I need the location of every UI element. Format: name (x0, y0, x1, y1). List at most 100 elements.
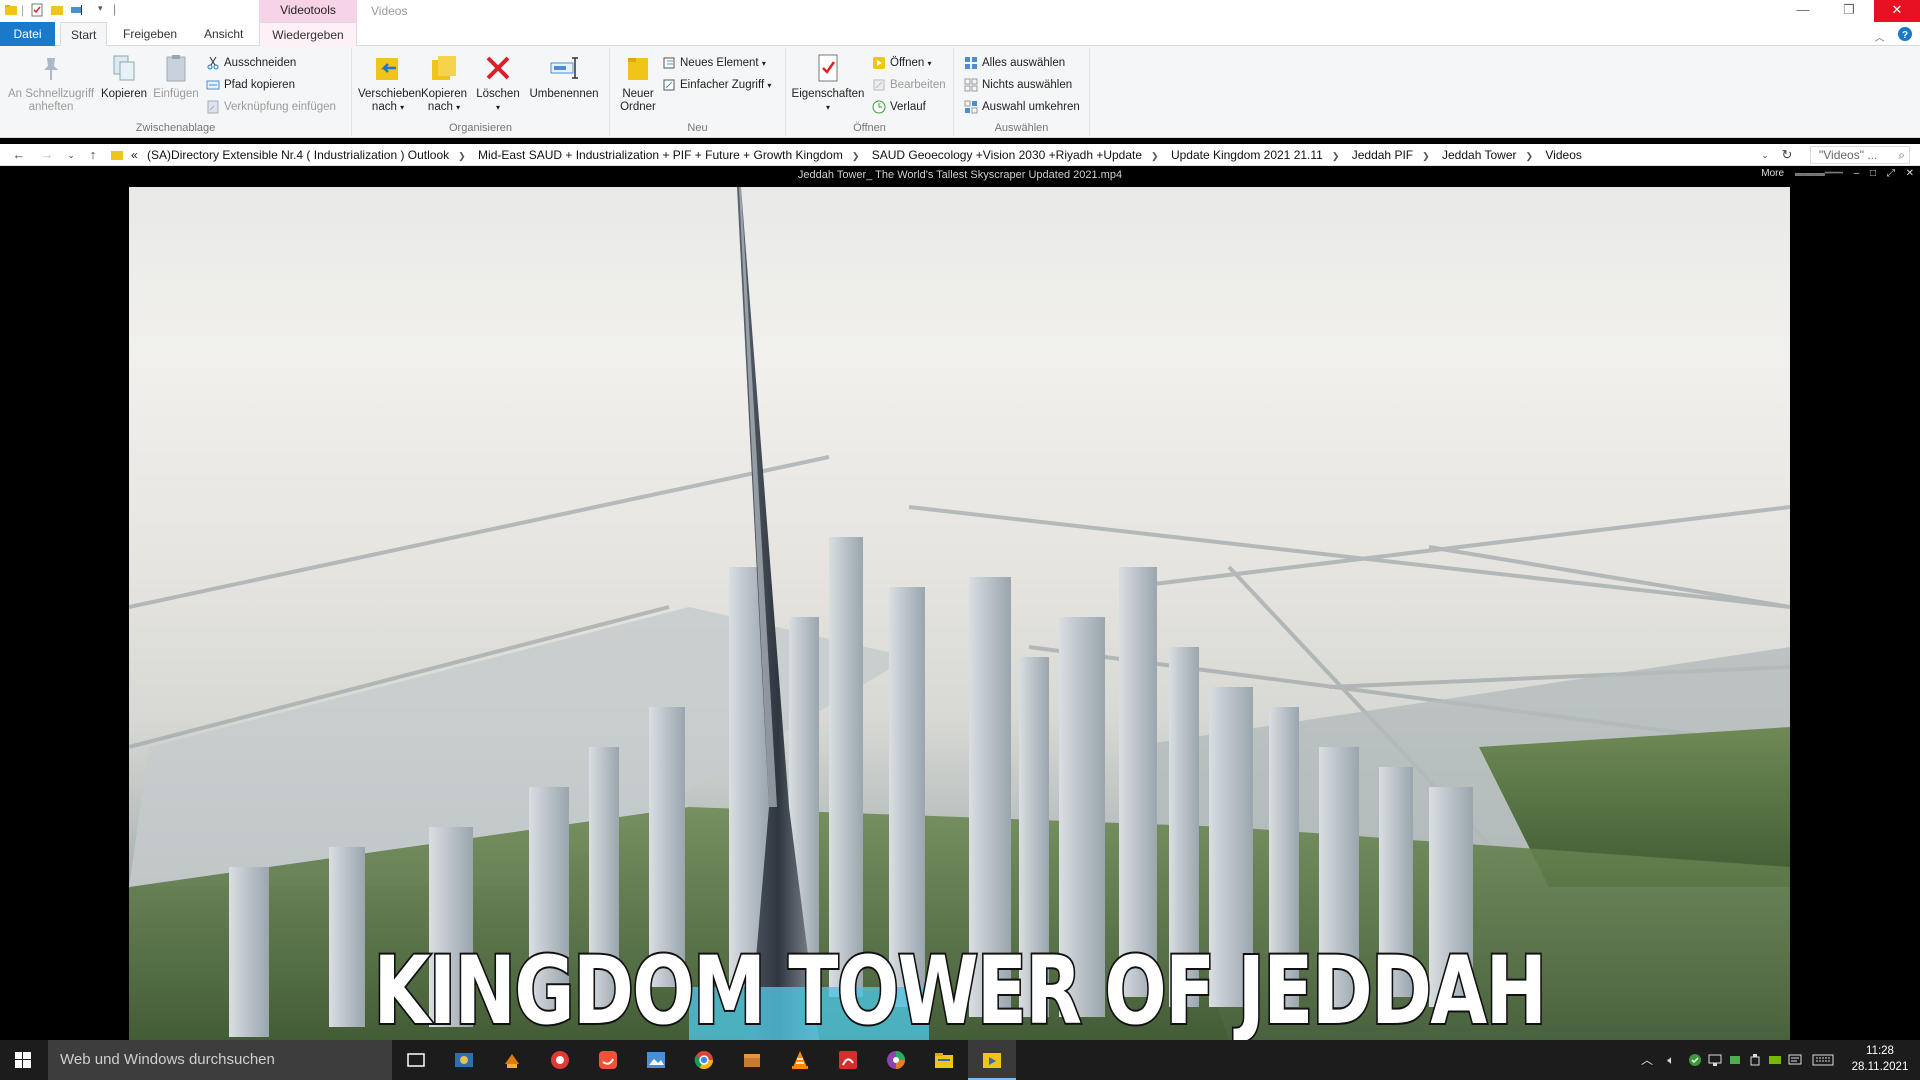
easy-access-label: Einfacher Zugriff (680, 79, 765, 91)
player-minimize-icon[interactable]: – (1854, 168, 1860, 179)
open-button[interactable]: Öffnen ▾ (870, 54, 932, 72)
copy-label: Kopieren (100, 88, 148, 100)
new-folder-button[interactable]: Neuer Ordner (616, 52, 660, 114)
collapse-ribbon-icon[interactable]: ︿ (1875, 33, 1885, 44)
breadcrumb-item[interactable]: Jeddah Tower (1439, 144, 1520, 166)
action-center-icon[interactable] (1788, 1053, 1802, 1067)
help-icon[interactable]: ? (1898, 27, 1912, 41)
pin-quickaccess-button[interactable]: An Schnellzugriff anheften (6, 52, 96, 114)
history-button[interactable]: Verlauf (870, 98, 926, 116)
clock-time: 11:28 (1866, 1045, 1894, 1057)
properties-check-icon[interactable] (30, 3, 44, 17)
copy-button[interactable]: Kopieren (98, 52, 150, 101)
taskbar-app-pictures[interactable] (632, 1040, 680, 1080)
more-button[interactable]: More (1761, 168, 1784, 179)
breadcrumb-chevron-icon[interactable]: ❯ (846, 145, 866, 167)
back-arrow-icon[interactable]: ← (10, 146, 28, 164)
tab-start[interactable]: Start (60, 22, 108, 47)
breadcrumb-chevron-icon[interactable]: ❯ (452, 145, 472, 167)
group-label-organisieren: Organisieren (449, 122, 512, 134)
tab-ansicht[interactable]: Ansicht (194, 22, 253, 46)
breadcrumb-overflow[interactable]: « (128, 144, 141, 166)
task-view-button[interactable] (392, 1040, 440, 1080)
forward-arrow-icon[interactable]: → (38, 146, 56, 164)
breadcrumb-item[interactable]: Videos (1542, 144, 1584, 166)
breadcrumb-item[interactable]: Jeddah PIF (1349, 144, 1416, 166)
tab-freigeben[interactable]: Freigeben (113, 22, 187, 46)
taskbar-app-chrome[interactable] (680, 1040, 728, 1080)
select-none-button[interactable]: Nichts auswählen (962, 76, 1072, 94)
recent-locations-chevron-icon[interactable]: ⌄ (62, 146, 80, 164)
player-maximize-icon[interactable]: □ (1870, 168, 1876, 179)
breadcrumb-item[interactable]: Mid-East SAUD + Industrialization + PIF … (475, 144, 846, 166)
breadcrumb-chevron-icon[interactable]: ❯ (1520, 145, 1540, 167)
select-none-label: Nichts auswählen (982, 79, 1073, 91)
properties-button[interactable]: Eigenschaften ▾ (790, 52, 866, 114)
start-button[interactable] (0, 1040, 48, 1080)
group-label-neu: Neu (687, 122, 708, 134)
delete-button[interactable]: Löschen ▾ (474, 52, 522, 114)
select-all-button[interactable]: Alles auswählen (962, 54, 1065, 72)
breadcrumb-chevron-icon[interactable]: ❯ (1416, 145, 1436, 167)
edit-button[interactable]: Bearbeiten (870, 76, 946, 94)
search-input[interactable]: "Videos" ... ⌕ (1810, 146, 1910, 164)
breadcrumb-chevron-icon[interactable]: ❯ (1145, 145, 1165, 167)
device-icon[interactable] (1728, 1053, 1742, 1067)
player-close-icon[interactable]: ✕ (1906, 168, 1914, 179)
video-frame[interactable]: KINGDOM TOWER OF JEDDAH (129, 187, 1790, 1040)
taskbar-app-vlc[interactable] (776, 1040, 824, 1080)
taskbar-app-acrobat[interactable] (824, 1040, 872, 1080)
paste-label: Einfügen (153, 88, 199, 100)
breadcrumb-item[interactable]: (SA)Directory Extensible Nr.4 ( Industri… (144, 144, 452, 166)
keyboard-icon[interactable] (1812, 1053, 1834, 1067)
nvidia-icon[interactable] (1768, 1053, 1782, 1067)
paste-button[interactable]: Einfügen (150, 52, 202, 101)
refresh-icon[interactable]: ↻ (1778, 146, 1796, 164)
taskbar-app-videos-active[interactable] (968, 1040, 1016, 1080)
taskbar-search-input[interactable]: Web und Windows durchsuchen (48, 1040, 392, 1080)
player-fullscreen-icon[interactable]: ⤢ (1887, 168, 1895, 179)
up-arrow-icon[interactable]: ↑ (84, 146, 102, 164)
network-icon[interactable] (1708, 1053, 1722, 1067)
breadcrumb-item[interactable]: Update Kingdom 2021 21.11 (1168, 144, 1326, 166)
security-shield-icon[interactable] (1688, 1053, 1702, 1067)
paste-shortcut-button[interactable]: Verknüpfung einfügen (204, 98, 336, 116)
group-organisieren: Verschieben nach ▾ Kopieren nach ▾ Lösch… (352, 48, 610, 136)
breadcrumb-chevron-icon[interactable]: ❯ (1326, 145, 1346, 167)
address-dropdown-icon[interactable]: ⌄ (1756, 146, 1774, 164)
minimize-button[interactable]: — (1780, 0, 1826, 22)
path-icon (206, 80, 220, 90)
rename-button[interactable]: Umbenennen (526, 52, 602, 101)
taskbar-app-photos[interactable] (440, 1040, 488, 1080)
qa-dropdown-icon[interactable]: ▾ (98, 3, 103, 14)
taskbar-app-explorer[interactable] (920, 1040, 968, 1080)
acrobat-icon (839, 1051, 857, 1069)
taskbar-app-browser-red[interactable] (536, 1040, 584, 1080)
taskbar-app-color-circle[interactable] (872, 1040, 920, 1080)
tab-datei[interactable]: Datei (0, 22, 55, 46)
cut-button[interactable]: Ausschneiden (204, 54, 296, 72)
folder-icon[interactable] (4, 3, 18, 17)
volume-icon[interactable]: 🔈︎ (1664, 1053, 1678, 1067)
taskbar-app-package[interactable] (728, 1040, 776, 1080)
new-folder-icon[interactable] (50, 3, 64, 17)
restore-button[interactable]: ❐ (1826, 0, 1872, 22)
rename-icon[interactable] (70, 3, 84, 17)
close-button[interactable]: ✕ (1874, 0, 1920, 22)
copy-to-button[interactable]: Kopieren nach ▾ (418, 52, 470, 114)
breadcrumb-item[interactable]: SAUD Geoecology +Vision 2030 +Riyadh +Up… (869, 144, 1145, 166)
show-hidden-icons-chevron-icon[interactable]: ︿ (1640, 1053, 1654, 1067)
rename-label: Umbenennen (529, 88, 599, 100)
taskbar-app-ftp[interactable] (488, 1040, 536, 1080)
usb-icon[interactable] (1748, 1053, 1762, 1067)
taskbar-app-swift[interactable] (584, 1040, 632, 1080)
svg-text:?: ? (1902, 30, 1908, 41)
move-to-button[interactable]: Verschieben nach ▾ (358, 52, 421, 114)
new-item-button[interactable]: Neues Element ▾ (660, 54, 766, 72)
copy-path-button[interactable]: Pfad kopieren (204, 76, 295, 94)
taskbar-clock[interactable]: 11:28 28.11.2021 (1850, 1043, 1910, 1075)
invert-selection-button[interactable]: Auswahl umkehren (962, 98, 1080, 116)
easy-access-button[interactable]: Einfacher Zugriff ▾ (660, 76, 771, 94)
volume-slider[interactable]: ▬▬▬━━━ (1795, 168, 1843, 179)
tab-wiedergeben[interactable]: Wiedergeben (259, 22, 357, 47)
